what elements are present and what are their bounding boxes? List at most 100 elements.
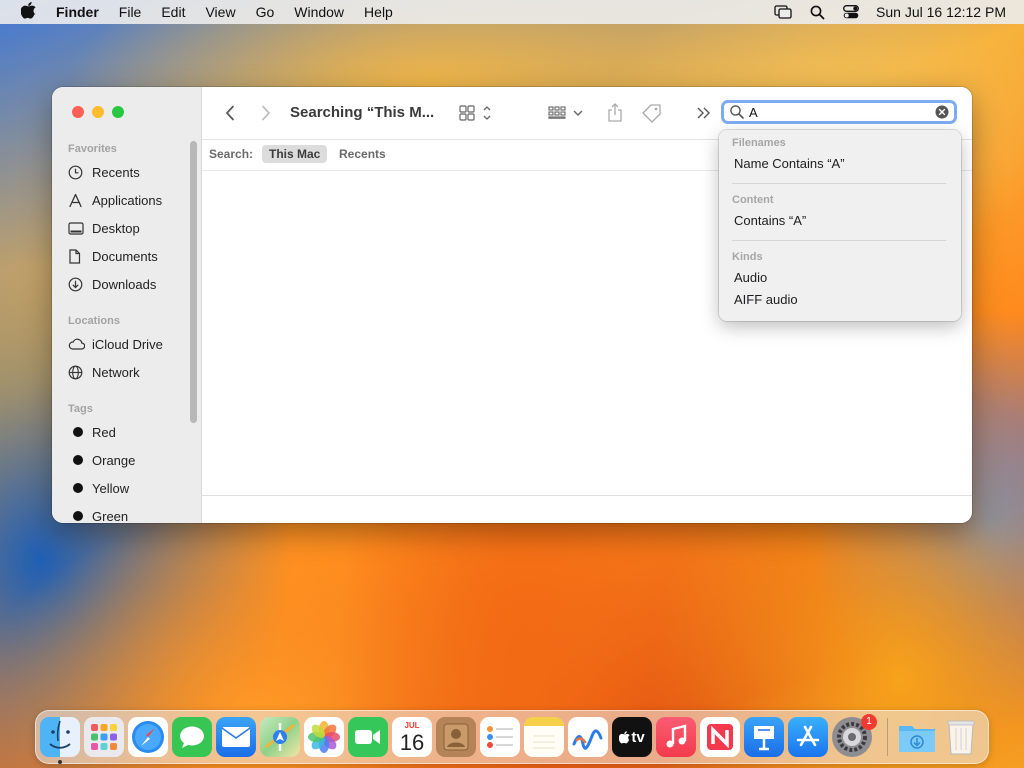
menu-help[interactable]: Help <box>354 0 403 24</box>
reminders-icon[interactable] <box>480 717 520 757</box>
applications-icon <box>68 193 92 208</box>
window-controls <box>72 106 124 118</box>
sidebar-item-downloads[interactable]: Downloads <box>68 272 193 296</box>
contacts-icon[interactable] <box>436 717 476 757</box>
icon-view-icon <box>459 105 491 121</box>
trash-icon[interactable] <box>941 717 981 757</box>
sidebar-item-label: Desktop <box>92 220 140 236</box>
launchpad-icon[interactable] <box>84 717 124 757</box>
sidebar-item-tag-green[interactable]: Green <box>68 504 193 523</box>
finder-icon[interactable] <box>40 717 80 757</box>
download-icon <box>68 277 92 292</box>
chevron-right-icon <box>262 105 270 121</box>
back-button[interactable] <box>222 101 238 125</box>
calendar-day: 16 <box>399 730 425 755</box>
kinds-heading: Kinds <box>732 251 763 263</box>
running-indicator <box>58 760 62 764</box>
menu-window[interactable]: Window <box>284 0 354 24</box>
apple-menu-icon[interactable] <box>0 1 56 23</box>
mail-icon[interactable] <box>216 717 256 757</box>
dock: JUL 16 tv 1 <box>35 710 989 764</box>
sidebar-item-label: Documents <box>92 248 158 264</box>
group-button[interactable] <box>547 101 587 125</box>
news-icon[interactable] <box>700 717 740 757</box>
sidebar-item-recents[interactable]: Recents <box>68 160 193 184</box>
chevron-left-icon <box>226 105 234 121</box>
search-field[interactable] <box>721 100 957 124</box>
toolbar-overflow-button[interactable] <box>694 101 714 125</box>
sidebar-item-icloud-drive[interactable]: iCloud Drive <box>68 332 193 356</box>
clear-search-button[interactable] <box>935 105 949 119</box>
clear-icon <box>935 105 949 119</box>
sidebar-scrollbar[interactable] <box>190 141 197 423</box>
status-bar <box>202 495 972 523</box>
calendar-icon[interactable]: JUL 16 <box>392 717 432 757</box>
content-heading: Content <box>732 194 774 206</box>
music-icon[interactable] <box>656 717 696 757</box>
suggestion-content-contains[interactable]: Contains “A” <box>734 213 806 228</box>
close-button[interactable] <box>72 106 84 118</box>
sidebar-item-applications[interactable]: Applications <box>68 188 193 212</box>
notes-icon[interactable] <box>524 717 564 757</box>
messages-icon[interactable] <box>172 717 212 757</box>
facetime-icon[interactable] <box>348 717 388 757</box>
sidebar-item-tag-yellow[interactable]: Yellow <box>68 476 193 500</box>
share-button[interactable] <box>604 101 626 125</box>
app-store-icon[interactable] <box>788 717 828 757</box>
menu-file[interactable]: File <box>109 0 152 24</box>
search-input[interactable] <box>749 104 929 120</box>
photos-icon[interactable] <box>304 717 344 757</box>
scope-this-mac[interactable]: This Mac <box>262 145 328 163</box>
menu-view[interactable]: View <box>195 0 245 24</box>
document-icon <box>68 248 92 264</box>
search-scope-label: Search: <box>209 147 254 161</box>
suggestion-kind-audio[interactable]: Audio <box>734 270 767 285</box>
chevron-double-right-icon <box>697 107 710 119</box>
sidebar-item-label: Red <box>92 424 116 440</box>
menu-edit[interactable]: Edit <box>151 0 195 24</box>
sidebar: Favorites Recents Applications Desktop D… <box>52 87 202 523</box>
suggestion-name-contains[interactable]: Name Contains “A” <box>734 156 845 171</box>
sidebar-item-label: Network <box>92 364 140 380</box>
apple-tv-label: tv <box>631 728 645 746</box>
control-center-icon[interactable] <box>834 0 868 24</box>
tag-dot-icon <box>73 427 83 437</box>
share-icon <box>608 103 622 122</box>
safari-icon[interactable] <box>128 717 168 757</box>
screen-mirroring-icon[interactable] <box>766 0 800 24</box>
tag-button[interactable] <box>640 101 664 125</box>
freeform-icon[interactable] <box>568 717 608 757</box>
keynote-icon[interactable] <box>744 717 784 757</box>
spotlight-icon[interactable] <box>800 0 834 24</box>
view-mode-button[interactable] <box>458 101 496 125</box>
maps-icon[interactable] <box>260 717 300 757</box>
sidebar-item-desktop[interactable]: Desktop <box>68 216 193 240</box>
window-title: Searching “This M... <box>290 104 435 121</box>
sidebar-item-label: Downloads <box>92 276 157 292</box>
menu-clock[interactable]: Sun Jul 16 12:12 PM <box>868 4 1024 20</box>
minimize-button[interactable] <box>92 106 104 118</box>
sidebar-item-label: Recents <box>92 164 140 180</box>
sidebar-item-documents[interactable]: Documents <box>68 244 193 268</box>
sidebar-item-network[interactable]: Network <box>68 360 193 384</box>
menu-finder[interactable]: Finder <box>56 0 109 24</box>
zoom-button[interactable] <box>112 106 124 118</box>
suggestion-kind-aiff-audio[interactable]: AIFF audio <box>734 292 798 307</box>
sidebar-item-label: iCloud Drive <box>92 336 163 352</box>
scope-recents[interactable]: Recents <box>332 145 393 163</box>
favorites-heading: Favorites <box>68 143 117 155</box>
tags-heading: Tags <box>68 403 93 415</box>
sidebar-item-tag-red[interactable]: Red <box>68 420 193 444</box>
forward-button[interactable] <box>258 101 274 125</box>
tag-dot-icon <box>73 455 83 465</box>
apple-tv-icon[interactable]: tv <box>612 717 652 757</box>
downloads-folder-icon[interactable] <box>897 717 937 757</box>
tag-dot-icon <box>73 483 83 493</box>
divider <box>732 183 946 184</box>
menu-go[interactable]: Go <box>246 0 285 24</box>
globe-icon <box>68 365 92 380</box>
cloud-icon <box>68 338 92 350</box>
clock-icon <box>68 165 92 180</box>
desktop-icon <box>68 221 92 235</box>
sidebar-item-tag-orange[interactable]: Orange <box>68 448 193 472</box>
